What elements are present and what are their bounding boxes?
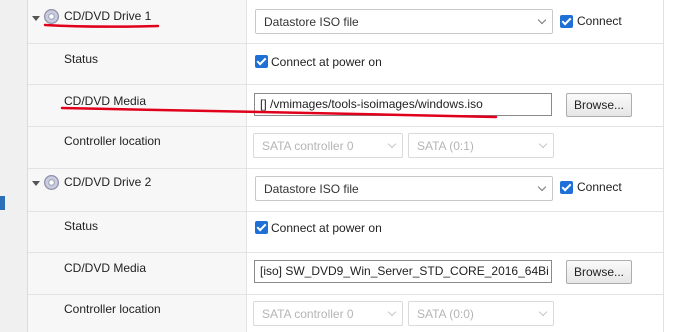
connect-label: Connect [577,14,622,28]
media-label-cell: CD/DVD Media [28,85,247,126]
selection-marker [0,196,5,210]
media-label: CD/DVD Media [64,94,147,108]
chevron-down-icon [387,139,397,149]
connect-checkbox[interactable] [560,15,573,28]
controller-value: SATA controller 0 [262,307,354,321]
status-label-cell: Status [28,212,247,252]
media-type-value: Datastore ISO file [264,182,359,196]
controller-label: Controller location [64,302,161,316]
media-label-cell: CD/DVD Media [28,253,247,294]
cd-dvd-disc-icon [44,9,59,24]
browse-button[interactable]: Browse... [566,93,633,117]
chevron-down-icon [538,139,548,149]
status-label: Status [64,52,99,66]
port-select: SATA (0:0) [408,301,554,326]
media-path-input[interactable]: [] /vmimages/tools-isoimages/windows.iso [254,93,552,116]
status-value-cell: Connect at power on [247,212,663,252]
status-label: Status [64,219,99,233]
connect-at-power-on-label: Connect at power on [271,221,382,235]
drive-2-value-cell: Datastore ISO file Connect [247,169,663,211]
drive-1-controller-row: Controller location SATA controller 0 SA… [28,127,663,169]
controller-label-cell: Controller location [28,127,247,168]
connect-at-power-on-checkbox[interactable] [255,221,268,234]
drive-2-status-row: Status Connect at power on [28,212,663,253]
expand-arrow-icon[interactable] [32,16,40,21]
drive-2-header-row: CD/DVD Drive 2 Datastore ISO file Connec… [28,169,663,212]
chevron-down-icon [537,15,547,25]
drive-1-value-cell: Datastore ISO file Connect [247,0,663,43]
drive-1-media-row: CD/DVD Media [] /vmimages/tools-isoimage… [28,85,663,127]
media-type-value: Datastore ISO file [264,15,359,29]
left-panel-strip [0,0,28,332]
chevron-down-icon [537,182,547,192]
browse-button[interactable]: Browse... [566,260,633,284]
expand-arrow-icon[interactable] [32,181,40,186]
drive-2-controller-row: Controller location SATA controller 0 SA… [28,295,663,332]
drive-1-header-row: CD/DVD Drive 1 Datastore ISO file Connec… [28,0,663,44]
controller-select: SATA controller 0 [253,133,403,158]
media-label: CD/DVD Media [64,261,147,275]
drive-2-media-row: CD/DVD Media [iso] SW_DVD9_Win_Server_ST… [28,253,663,295]
connect-at-power-on-checkbox[interactable] [255,55,268,68]
media-type-select[interactable]: Datastore ISO file [255,9,553,34]
controller-label-cell: Controller location [28,295,247,332]
media-value-cell: [] /vmimages/tools-isoimages/windows.iso… [247,85,663,126]
media-type-select[interactable]: Datastore ISO file [255,176,553,201]
drive-1-status-row: Status Connect at power on [28,44,663,85]
port-select: SATA (0:1) [408,133,554,158]
scrollbar-track[interactable] [663,0,677,332]
chevron-down-icon [538,307,548,317]
controller-select: SATA controller 0 [253,301,403,326]
drive-2-label-cell: CD/DVD Drive 2 [28,169,247,211]
controller-value: SATA controller 0 [262,139,354,153]
port-value: SATA (0:1) [417,139,474,153]
status-label-cell: Status [28,44,247,84]
media-path-input[interactable]: [iso] SW_DVD9_Win_Server_STD_CORE_2016_6… [254,260,552,283]
drive-title: CD/DVD Drive 2 [64,175,152,189]
controller-value-cell: SATA controller 0 SATA (0:1) [247,127,663,168]
controller-label: Controller location [64,134,161,148]
cd-dvd-disc-icon [44,175,59,190]
port-value: SATA (0:0) [417,307,474,321]
chevron-down-icon [387,307,397,317]
settings-grid: CD/DVD Drive 1 Datastore ISO file Connec… [28,0,663,332]
connect-label: Connect [577,180,622,194]
controller-value-cell: SATA controller 0 SATA (0:0) [247,295,663,332]
connect-at-power-on-label: Connect at power on [271,55,382,69]
connect-checkbox[interactable] [560,181,573,194]
drive-1-label-cell: CD/DVD Drive 1 [28,0,247,43]
drive-title: CD/DVD Drive 1 [64,9,152,23]
media-value-cell: [iso] SW_DVD9_Win_Server_STD_CORE_2016_6… [247,253,663,294]
status-value-cell: Connect at power on [247,44,663,84]
